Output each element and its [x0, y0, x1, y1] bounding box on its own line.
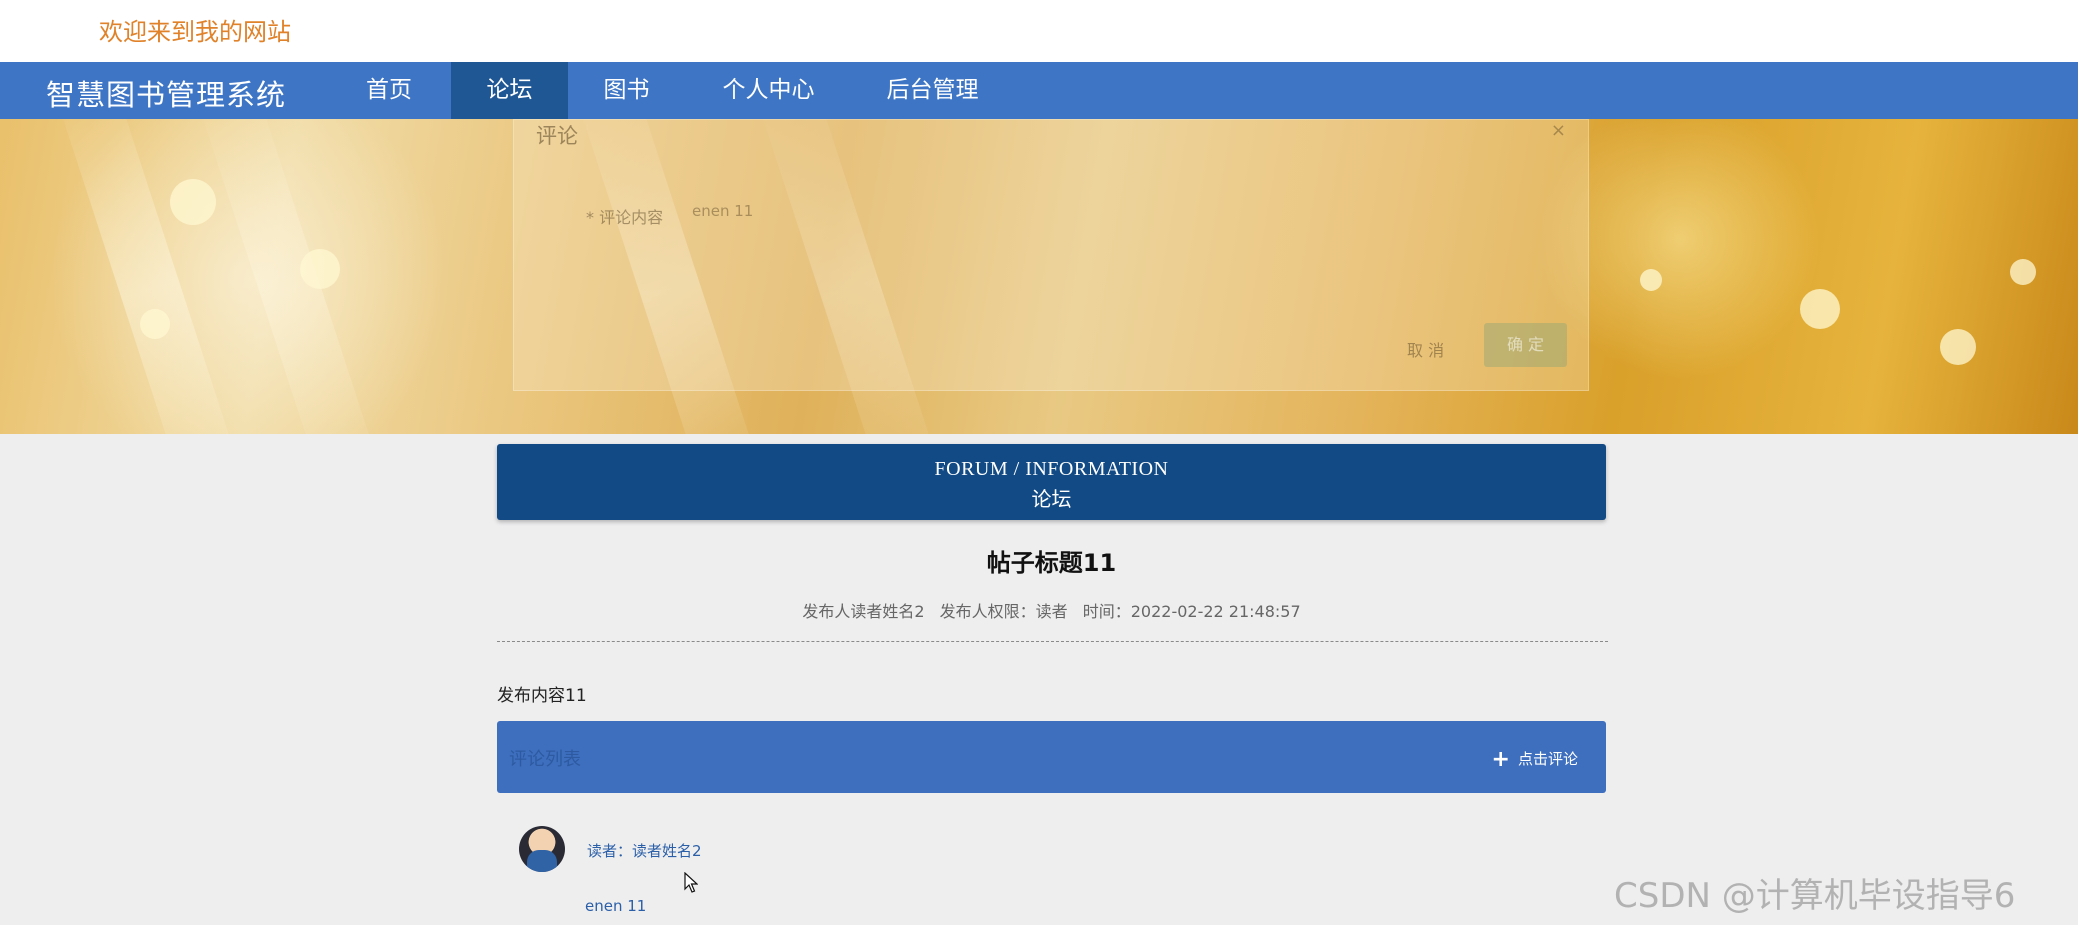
light-ray [56, 119, 244, 434]
bokeh-light [300, 249, 340, 289]
site-brand[interactable]: 智慧图书管理系统 [46, 72, 286, 114]
post-time: 时间：2022-02-22 21:48:57 [1082, 602, 1301, 621]
bokeh-light [140, 309, 170, 339]
confirm-button[interactable]: 确 定 [1484, 323, 1567, 367]
close-icon[interactable]: × [1551, 120, 1566, 141]
light-ray [196, 119, 384, 434]
post-title: 帖子标题11 [986, 549, 1117, 577]
mouse-cursor-icon [684, 872, 698, 893]
nav-item-books[interactable]: 图书 [568, 62, 685, 119]
divider [497, 641, 1608, 642]
add-comment-button[interactable]: + 点击评论 [1491, 745, 1578, 772]
comment-list-bar: 评论列表 + 点击评论 [497, 721, 1606, 793]
nav-item-home[interactable]: 首页 [331, 62, 447, 119]
bokeh-light [1800, 289, 1840, 329]
add-comment-label: 点击评论 [1517, 750, 1578, 768]
banner-carousel[interactable]: 评论 × * 评论内容 enen 11 取 消 确 定 [0, 119, 2078, 434]
comment-field-label: * 评论内容 [586, 208, 664, 227]
bokeh-light [170, 179, 216, 225]
plus-icon: + [1491, 747, 1510, 772]
watermark: CSDN @计算机毕设指导6 [1614, 876, 2016, 916]
section-title-en: FORUM / INFORMATION [934, 458, 1169, 480]
section-heading: FORUM / INFORMATION 论坛 [497, 444, 1606, 520]
comment-field-input[interactable]: enen 11 [692, 202, 753, 220]
comment-text: enen 11 [585, 897, 647, 915]
comment-list-label: 评论列表 [509, 749, 581, 770]
post-content: 发布内容11 [497, 686, 587, 706]
section-title-zh: 论坛 [1031, 487, 1072, 511]
nav-item-profile[interactable]: 个人中心 [701, 62, 836, 119]
post-meta: 发布人读者姓名2 发布人权限：读者 时间：2022-02-22 21:48:57 [497, 598, 1606, 622]
top-bar: 欢迎来到我的网站 [0, 0, 2078, 62]
post-role: 发布人权限：读者 [939, 602, 1068, 621]
nav-item-forum[interactable]: 论坛 [451, 62, 568, 119]
nav-item-admin[interactable]: 后台管理 [866, 62, 999, 119]
post-author: 发布人读者姓名2 [802, 602, 925, 621]
modal-title: 评论 [536, 124, 578, 148]
main-nav: 智慧图书管理系统 首页 论坛 图书 个人中心 后台管理 [0, 62, 2078, 119]
cancel-button[interactable]: 取 消 [1407, 337, 1444, 361]
bokeh-light [1640, 269, 1662, 291]
comment-modal: 评论 × * 评论内容 enen 11 取 消 确 定 [513, 119, 1589, 391]
comment-author: 读者：读者姓名2 [587, 842, 702, 860]
bokeh-light [1940, 329, 1976, 365]
avatar [519, 826, 565, 872]
bokeh-light [2010, 259, 2036, 285]
welcome-text: 欢迎来到我的网站 [99, 18, 291, 46]
